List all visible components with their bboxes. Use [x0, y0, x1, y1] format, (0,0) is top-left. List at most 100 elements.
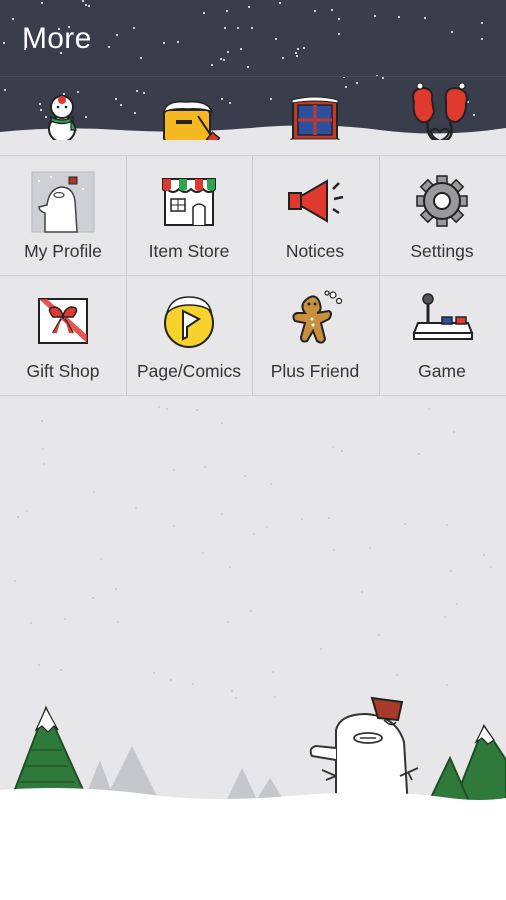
- snowflake: [117, 621, 119, 623]
- gear-icon: [416, 175, 468, 227]
- snowflake: [170, 679, 172, 681]
- snowflake: [374, 15, 376, 17]
- snowflake: [490, 566, 492, 568]
- snowflake: [120, 104, 122, 106]
- snowflake: [4, 89, 6, 91]
- gift-box-icon: [38, 298, 88, 344]
- menu-item-game[interactable]: Game: [379, 275, 505, 395]
- menu-item-settings[interactable]: Settings: [379, 155, 505, 275]
- menu-item-my-profile[interactable]: My Profile: [0, 155, 126, 275]
- menu-item-item-store[interactable]: Item Store: [126, 155, 252, 275]
- snowflake: [88, 5, 90, 7]
- menu-item-label: Settings: [410, 241, 474, 261]
- snowflake: [382, 77, 384, 79]
- snowflake: [41, 2, 43, 4]
- snowflake: [451, 31, 453, 33]
- snowflake: [481, 38, 483, 40]
- window-icon: [290, 96, 340, 140]
- snowflake: [237, 27, 239, 29]
- snowflake: [418, 453, 420, 455]
- snowflake: [361, 591, 363, 593]
- snowflake: [270, 483, 272, 485]
- snowflake: [483, 554, 485, 556]
- snowflake: [301, 518, 303, 520]
- snowflake: [115, 588, 117, 590]
- page-comics-icon: [164, 296, 214, 348]
- snowflake: [369, 547, 371, 549]
- snowflake: [453, 431, 455, 433]
- menu-item-label: Plus Friend: [270, 361, 360, 381]
- snowflake: [227, 51, 229, 53]
- snowflake: [297, 48, 299, 50]
- snowflake: [173, 525, 175, 527]
- snowflake: [136, 90, 138, 92]
- header-bar: More: [0, 0, 506, 140]
- page-title: More: [22, 22, 92, 55]
- snowflake: [166, 408, 168, 410]
- snowflake: [428, 408, 430, 410]
- snowflake: [275, 38, 277, 40]
- menu-item-plus-friend[interactable]: Plus Friend: [252, 275, 378, 395]
- snowflake: [314, 10, 316, 12]
- snowflake: [396, 674, 398, 676]
- snowflake: [38, 664, 40, 666]
- header-divider: [0, 76, 506, 77]
- snowflake: [211, 64, 213, 66]
- snowflake: [135, 507, 137, 509]
- snowflake: [100, 558, 102, 560]
- menu-item-label: My Profile: [24, 241, 102, 261]
- snowflake: [328, 517, 330, 519]
- snowflake: [296, 55, 298, 57]
- snowflake: [446, 684, 448, 686]
- winter-scene-illustration: [0, 696, 506, 900]
- snowflake: [41, 420, 43, 422]
- snowflake: [247, 66, 249, 68]
- store-icon: [162, 178, 216, 226]
- snowflake: [456, 603, 458, 605]
- snowflake: [64, 618, 66, 620]
- snowflake: [202, 552, 204, 554]
- snowflake: [226, 10, 228, 12]
- snowflake: [42, 448, 44, 450]
- snowflake: [338, 18, 340, 20]
- menu-grid: My Profile Item Store Notices Settings G…: [0, 155, 506, 396]
- snowflake: [332, 446, 334, 448]
- snowflake: [295, 52, 297, 54]
- menu-item-label: Notices: [285, 241, 345, 261]
- snowflake: [320, 648, 322, 650]
- snowflake: [140, 57, 142, 59]
- menu-item-gift-shop[interactable]: Gift Shop: [0, 275, 126, 395]
- snowflake: [224, 27, 226, 29]
- snowflake: [303, 47, 305, 49]
- snowflake: [229, 102, 231, 104]
- snowflake: [481, 22, 483, 24]
- snowflake: [220, 58, 222, 60]
- snowflake: [450, 570, 452, 572]
- menu-item-label: Page/Comics: [136, 361, 242, 381]
- menu-item-page-comics[interactable]: Page/Comics: [126, 275, 252, 395]
- snowflake: [223, 59, 225, 61]
- snowflake: [60, 669, 62, 671]
- snowflake: [341, 450, 343, 452]
- snowflake: [272, 671, 274, 673]
- snowflake: [424, 17, 426, 19]
- snowflake: [143, 92, 145, 94]
- snowflake: [227, 621, 229, 623]
- mittens-icon: [412, 82, 468, 140]
- snowflake: [30, 622, 32, 624]
- snowflake: [338, 33, 340, 35]
- snowflake: [229, 566, 231, 568]
- menu-item-label: Item Store: [148, 241, 230, 261]
- snowflake: [404, 523, 406, 525]
- menu-item-notices[interactable]: Notices: [252, 155, 378, 275]
- snowflake: [282, 57, 284, 59]
- snowflake: [177, 41, 179, 43]
- snowflake: [196, 409, 198, 411]
- snowflake: [26, 510, 28, 512]
- snowflake: [115, 98, 117, 100]
- snowflake: [248, 6, 250, 8]
- snowflake: [163, 42, 165, 44]
- grid-divider: [0, 395, 506, 396]
- snowflake: [251, 27, 253, 29]
- snowflake: [253, 533, 255, 535]
